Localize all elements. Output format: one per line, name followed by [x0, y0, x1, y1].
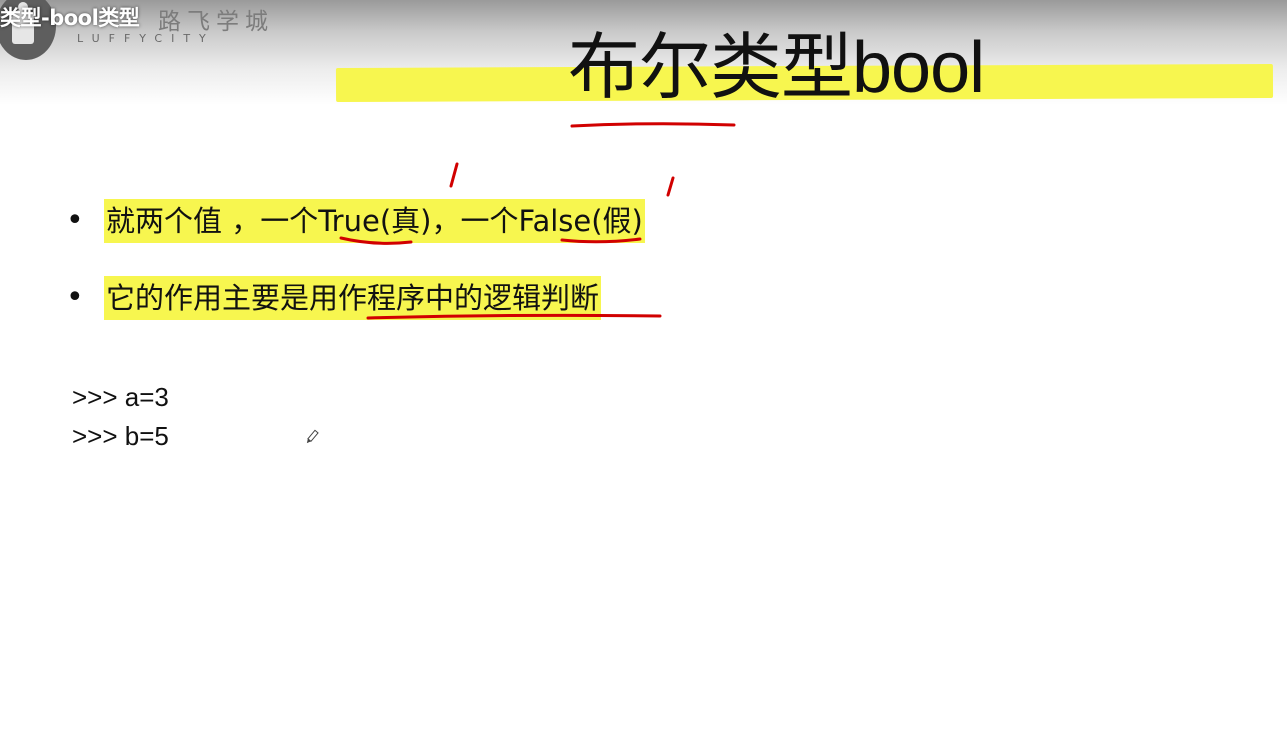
title-underline-mark — [570, 122, 736, 128]
code-line-b: >>> b=5 — [72, 421, 169, 451]
bullet-item-values: 就两个值 ，一个True(真)，一个False(假) — [104, 199, 645, 243]
brand-name-cn: 路飞学城 — [158, 9, 274, 35]
slide-title: 布尔类型bool — [568, 28, 985, 108]
code-line-a: >>> a=3 — [72, 382, 169, 412]
video-title: 类型-bool类型 — [0, 6, 140, 30]
true-tick-mark — [449, 162, 459, 188]
bullet-marker: • — [66, 203, 84, 238]
bullet-item-purpose: 它的作用主要是用作程序中的逻辑判断 — [104, 276, 602, 320]
bullet-marker: • — [66, 280, 84, 315]
pen-cursor-icon — [306, 429, 319, 444]
false-tick-mark — [666, 176, 675, 197]
brand-name-en: LUFFYCITY — [77, 32, 215, 45]
